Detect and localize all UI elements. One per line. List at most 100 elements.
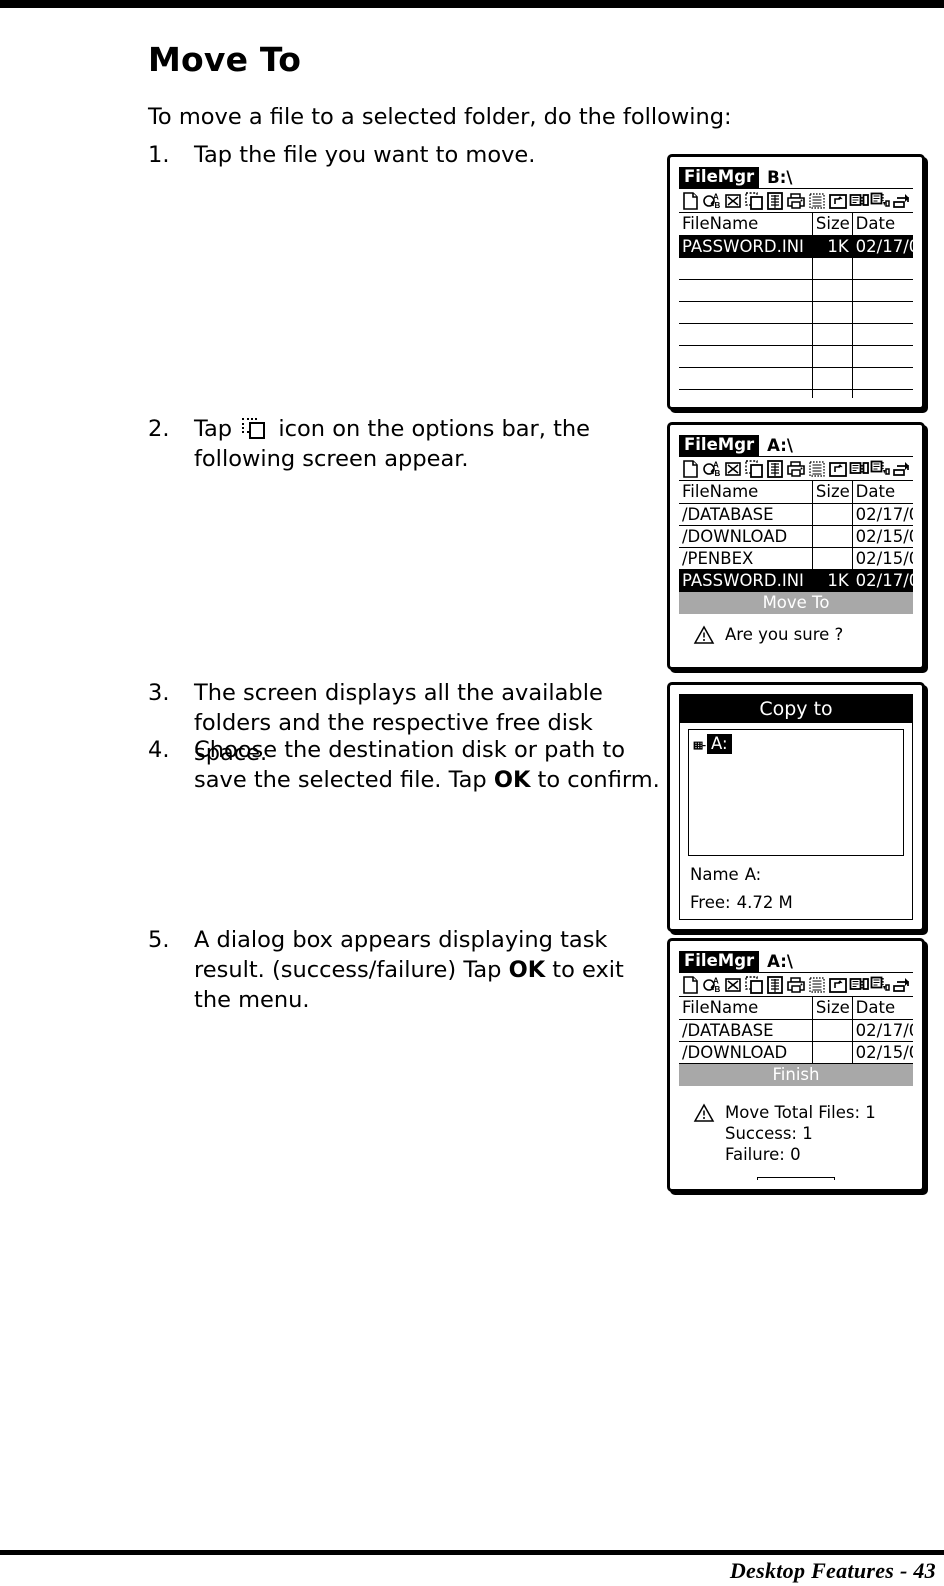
up-folder-icon[interactable] xyxy=(828,191,848,211)
send-icon[interactable] xyxy=(891,459,911,479)
filemgr-toolbar-1[interactable]: AB xyxy=(679,189,913,213)
cell-size xyxy=(812,1041,853,1064)
list-icon[interactable] xyxy=(807,191,827,211)
table-row[interactable]: /PENBEX 02/15/0. xyxy=(679,547,913,570)
finish-dialog-title: Finish xyxy=(679,1063,913,1086)
page-title: Move To xyxy=(148,40,302,79)
up-folder-icon[interactable] xyxy=(828,459,848,479)
send-icon[interactable] xyxy=(891,975,911,995)
properties-icon[interactable] xyxy=(765,191,785,211)
cell-size xyxy=(812,257,853,280)
move-to-icon[interactable] xyxy=(849,459,869,479)
print-icon[interactable] xyxy=(786,459,806,479)
up-folder-icon[interactable] xyxy=(828,975,848,995)
copy-to-icon[interactable] xyxy=(870,975,890,995)
svg-text:B: B xyxy=(715,469,721,478)
step-4: 4. Choose the destination disk or path t… xyxy=(148,735,660,795)
file-table-2[interactable]: FileName Size Date /DATABASE 02/17/0. /DO… xyxy=(679,481,913,592)
file-table-header-1: FileName Size Date xyxy=(679,213,913,236)
copy-icon[interactable] xyxy=(744,459,764,479)
filemgr-app-tag-4: FileMgr xyxy=(679,950,760,972)
move-to-icon[interactable] xyxy=(849,191,869,211)
cell-filename xyxy=(679,301,813,324)
new-file-icon[interactable] xyxy=(681,975,701,995)
step-5-text: A dialog box appears displaying task res… xyxy=(194,925,660,1015)
cell-filename: /DATABASE xyxy=(679,1019,813,1042)
move-to-dialog-title: Move To xyxy=(679,591,913,614)
page-bottom-rule xyxy=(0,1550,944,1555)
destination-tree[interactable]: A: xyxy=(688,729,904,856)
delete-x-icon[interactable] xyxy=(723,975,743,995)
copy-icon[interactable] xyxy=(744,975,764,995)
new-file-icon[interactable] xyxy=(681,459,701,479)
cell-date: 02/15/0. xyxy=(852,525,913,548)
file-table-4[interactable]: FileName Size Date /DATABASE 02/17/0. /DO… xyxy=(679,997,913,1064)
copy-to-dialog-title: Copy to xyxy=(680,695,912,723)
step-4-text-post: to confirm. xyxy=(530,767,660,793)
cell-size xyxy=(812,547,853,570)
table-row[interactable] xyxy=(679,279,913,302)
warning-triangle-icon xyxy=(693,1102,715,1123)
cell-date: 02/17/0. xyxy=(852,569,913,592)
cell-size: 1K xyxy=(812,235,853,258)
move-to-icon[interactable] xyxy=(849,975,869,995)
rename-ab-icon[interactable]: AB xyxy=(702,975,722,995)
table-row[interactable]: /DATABASE 02/17/0. xyxy=(679,503,913,526)
delete-x-icon[interactable] xyxy=(723,191,743,211)
table-row[interactable]: PASSWORD.INI 1K 02/17/0. xyxy=(679,235,913,258)
print-icon[interactable] xyxy=(786,975,806,995)
list-icon[interactable] xyxy=(807,975,827,995)
rename-ab-icon[interactable]: AB xyxy=(702,459,722,479)
rename-ab-icon[interactable]: AB xyxy=(702,191,722,211)
filemgr-path-1: B:\ xyxy=(767,167,793,187)
file-table-header-2: FileName Size Date xyxy=(679,481,913,504)
step-4-number: 4. xyxy=(148,737,170,763)
cell-size xyxy=(812,503,853,526)
finish-dialog-lines: Move Total Files: 1 Success: 1 Failure: … xyxy=(725,1102,876,1165)
table-row[interactable]: /DOWNLOAD 02/15/0. xyxy=(679,525,913,548)
send-icon[interactable] xyxy=(891,191,911,211)
table-row[interactable]: /DOWNLOAD 02/15/0. xyxy=(679,1041,913,1064)
cell-date xyxy=(852,301,913,324)
device-screenshot-2: FileMgr A:\ AB FileName Size Date /DATAB… xyxy=(667,422,925,670)
table-row[interactable] xyxy=(679,323,913,346)
filemgr-toolbar-4[interactable]: AB xyxy=(679,973,913,997)
cell-date: 02/17/0. xyxy=(852,235,913,258)
copy-icon[interactable] xyxy=(744,191,764,211)
table-row[interactable]: /DATABASE 02/17/0. xyxy=(679,1019,913,1042)
print-icon[interactable] xyxy=(786,191,806,211)
delete-x-icon[interactable] xyxy=(723,459,743,479)
cell-filename: /PENBEX xyxy=(679,547,813,570)
properties-icon[interactable] xyxy=(765,459,785,479)
col-header-date-1: Date xyxy=(852,213,913,236)
table-row[interactable]: PASSWORD.INI1K02/17/0. xyxy=(679,569,913,592)
table-row[interactable] xyxy=(679,301,913,324)
cell-filename xyxy=(679,257,813,280)
col-header-filename-4: FileName xyxy=(679,997,813,1020)
col-header-filename-2: FileName xyxy=(679,481,813,504)
tree-expand-icon[interactable] xyxy=(693,738,706,750)
step-1: 1. Tap the file you want to move. xyxy=(148,140,660,170)
cell-date: 02/15/0. xyxy=(852,547,913,570)
ok-button[interactable]: OK xyxy=(757,1176,835,1180)
device-screenshot-3: Copy to A: NameA: Free:4.72 M OK Cancel xyxy=(667,682,925,932)
copy-to-icon[interactable] xyxy=(870,459,890,479)
step-2: 2. Tap icon on the options bar, the foll… xyxy=(148,414,660,474)
cell-size xyxy=(812,367,853,390)
copy-to-icon[interactable] xyxy=(870,191,890,211)
table-row[interactable] xyxy=(679,257,913,280)
table-row[interactable] xyxy=(679,345,913,368)
file-table-1[interactable]: FileName Size Date PASSWORD.INI 1K 02/17… xyxy=(679,213,913,398)
properties-icon[interactable] xyxy=(765,975,785,995)
table-row[interactable] xyxy=(679,367,913,390)
step-3-number: 3. xyxy=(148,680,170,706)
tree-item-drive-a[interactable]: A: xyxy=(693,734,732,754)
col-header-filename-1: FileName xyxy=(679,213,813,236)
destination-name-value: A: xyxy=(744,865,762,884)
list-icon[interactable] xyxy=(807,459,827,479)
filemgr-toolbar-2[interactable]: AB xyxy=(679,457,913,481)
cell-date xyxy=(852,257,913,280)
table-row[interactable] xyxy=(679,389,913,398)
new-file-icon[interactable] xyxy=(681,191,701,211)
file-table-header-4: FileName Size Date xyxy=(679,997,913,1020)
